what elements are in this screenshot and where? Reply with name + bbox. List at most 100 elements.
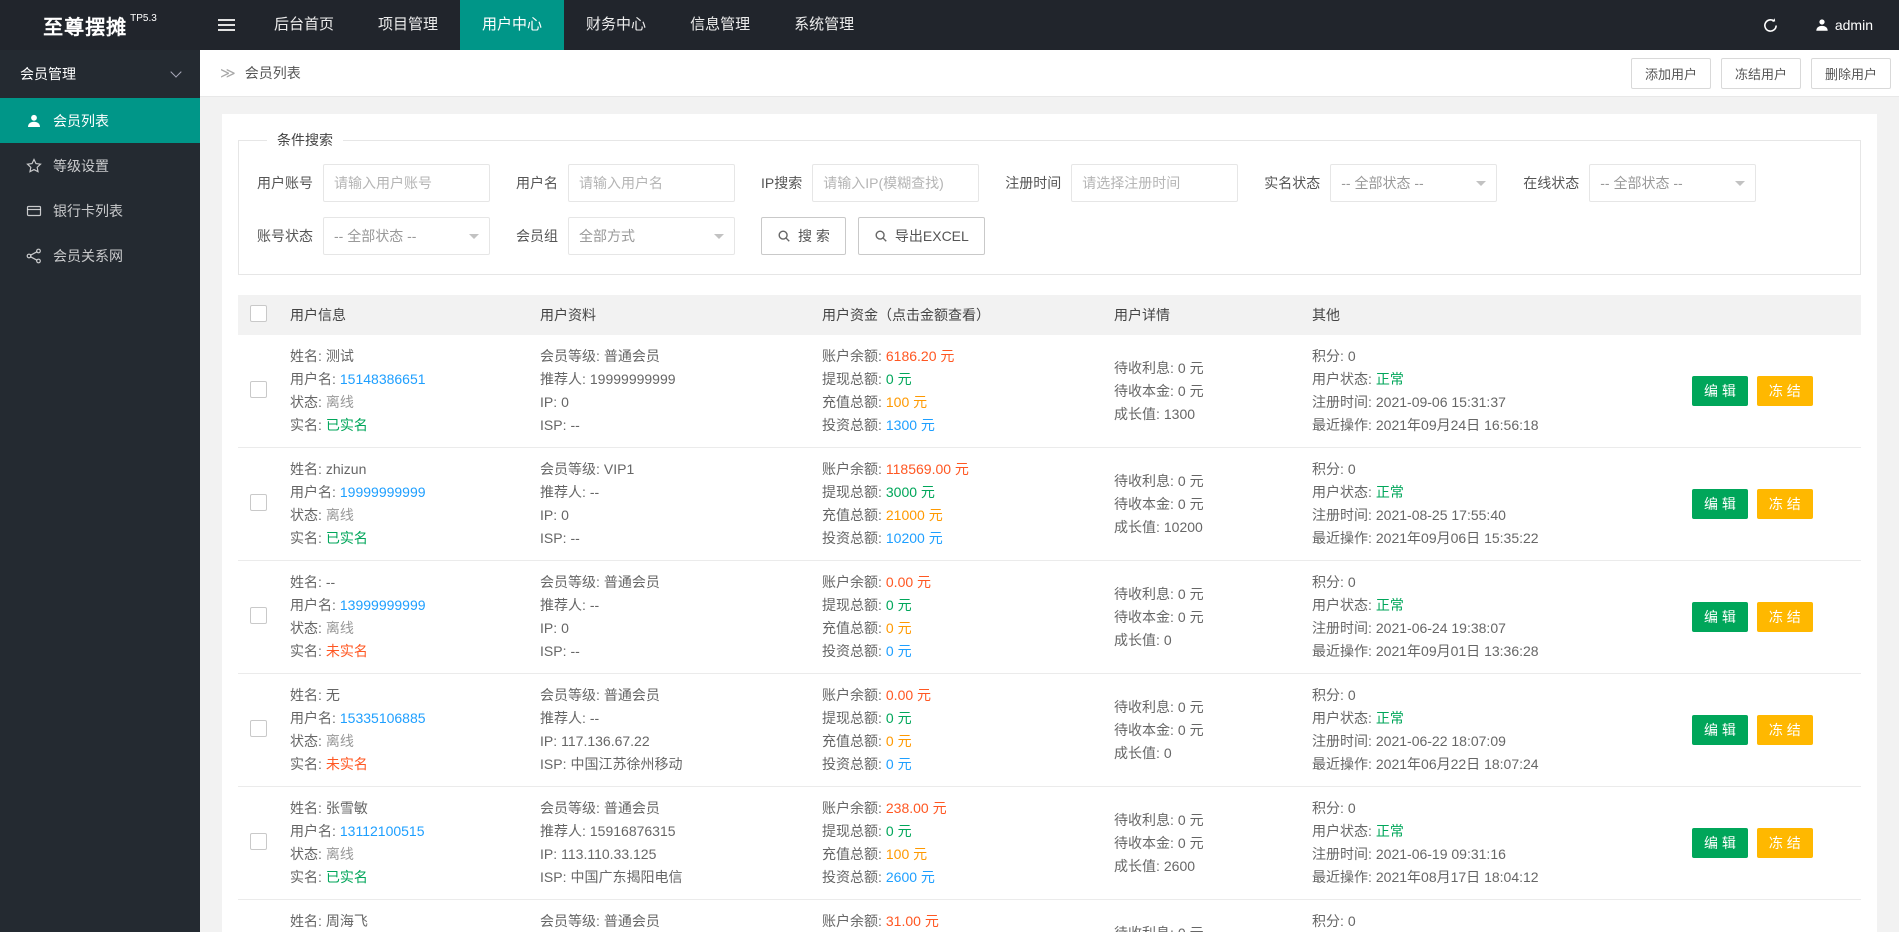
freeze-button[interactable]: 冻 结 [1756,602,1813,632]
username-link[interactable]: 15335106885 [340,710,426,726]
invest-value[interactable]: 0 元 [886,643,912,659]
recharge-value[interactable]: 100 元 [886,394,927,410]
row-checkbox[interactable] [250,494,267,511]
add-user-button[interactable]: 添加用户 [1630,57,1711,89]
recharge-value[interactable]: 21000 元 [886,507,943,523]
username-label: 用户名: [290,823,336,839]
referrer-value: -- [589,710,600,726]
freeze-button[interactable]: 冻 结 [1756,489,1813,519]
breadcrumb-bar: ≫ 会员列表 添加用户 冻结用户 删除用户 [200,50,1899,97]
nav-item-finance[interactable]: 财务中心 [564,0,668,50]
account-status-select[interactable]: -- 全部状态 -- [323,217,490,255]
edit-button[interactable]: 编 辑 [1692,489,1748,519]
freeze-button[interactable]: 冻 结 [1756,715,1813,745]
select-all-checkbox[interactable] [250,305,267,322]
username-link[interactable]: 13112100515 [340,823,425,839]
sidebar-item-level-settings[interactable]: 等级设置 [0,143,200,188]
search-field-member-group: 会员组 全部方式 [516,217,735,255]
nav-item-system[interactable]: 系统管理 [772,0,876,50]
withdraw-value[interactable]: 0 元 [886,597,912,613]
balance-value[interactable]: 118569.00 元 [886,461,969,477]
sidebar-group-member-management[interactable]: 会员管理 [0,50,200,98]
row-checkbox[interactable] [250,607,267,624]
freeze-button[interactable]: 冻 结 [1756,828,1813,858]
delete-user-button[interactable]: 删除用户 [1810,57,1891,89]
growth-label: 成长值: [1114,857,1160,874]
withdraw-label: 提现总额: [822,823,882,839]
invest-value[interactable]: 10200 元 [886,530,943,546]
member-group-select[interactable]: 全部方式 [568,217,735,255]
username-input[interactable] [568,164,735,202]
invest-value[interactable]: 1300 元 [886,417,935,433]
nav-item-user-center[interactable]: 用户中心 [460,0,565,50]
balance-label: 账户余额: [822,348,882,364]
regtime-label: 注册时间 [1005,175,1062,191]
growth-value: 10200 [1163,518,1203,535]
freeze-user-button[interactable]: 冻结用户 [1720,57,1801,89]
realname-value: 已实名 [325,869,368,885]
balance-value[interactable]: 238.00 元 [886,800,947,816]
principal-label: 待收本金: [1114,834,1174,851]
username-link[interactable]: 19999999999 [340,484,426,500]
export-excel-button[interactable]: 导出EXCEL [857,217,985,255]
sidebar-item-bank-cards[interactable]: 银行卡列表 [0,188,200,233]
user-menu[interactable]: admin [1815,17,1873,33]
nav-item-projects[interactable]: 项目管理 [356,0,460,50]
last-op-value: 2021年06月22日 18:07:24 [1375,756,1539,772]
invest-label: 投资总额: [822,756,882,772]
edit-button[interactable]: 编 辑 [1692,828,1748,858]
interest-value: 0 元 [1177,811,1204,828]
referrer-label: 推荐人: [540,371,586,387]
reg-time-label: 注册时间: [1312,507,1372,523]
nav-item-dashboard[interactable]: 后台首页 [252,0,356,50]
realname-label: 实名: [290,869,322,885]
username-link[interactable]: 13999999999 [340,597,426,613]
recharge-value[interactable]: 0 元 [886,733,912,749]
invest-value[interactable]: 0 元 [886,756,912,772]
recharge-value[interactable]: 100 元 [886,846,927,862]
edit-button[interactable]: 编 辑 [1692,602,1748,632]
edit-button[interactable]: 编 辑 [1692,715,1748,745]
withdraw-value[interactable]: 0 元 [886,823,912,839]
reg-time-value: 2021-06-24 19:38:07 [1375,620,1506,636]
realname-status-select[interactable]: -- 全部状态 -- [1330,164,1498,202]
invest-value[interactable]: 2600 元 [886,869,935,885]
refresh-icon[interactable] [1762,17,1779,34]
cell-user-info: 姓名: 张雪敏 用户名: 13112100515 状态: 离线 实名: 已实名 [290,797,540,889]
search-button[interactable]: 搜 索 [761,217,846,255]
nav-item-information[interactable]: 信息管理 [668,0,772,50]
online-status-select[interactable]: -- 全部状态 -- [1589,164,1757,202]
withdraw-label: 提现总额: [822,710,882,726]
level-label: 会员等级: [540,800,600,816]
level-value: 普通会员 [603,800,660,816]
row-checkbox[interactable] [250,833,267,850]
realname-label: 实名: [290,530,322,546]
withdraw-value[interactable]: 0 元 [886,710,912,726]
search-legend: 条件搜索 [277,132,333,148]
edit-button[interactable]: 编 辑 [1692,376,1748,406]
cell-user-detail: 待收利息: 0 元 待收本金: 0 元 成长值: 2600 [1114,809,1312,878]
username-link[interactable]: 15148386651 [340,371,426,387]
row-checkbox[interactable] [250,381,267,398]
row-checkbox[interactable] [250,720,267,737]
regtime-input[interactable] [1071,164,1239,202]
balance-value[interactable]: 0.00 元 [886,687,931,703]
recharge-value[interactable]: 0 元 [886,620,912,636]
account-input[interactable] [323,164,490,202]
user-status-label: 用户状态: [1312,710,1372,726]
recharge-label: 充值总额: [822,620,882,636]
balance-value[interactable]: 0.00 元 [886,574,931,590]
balance-value[interactable]: 31.00 元 [886,913,939,929]
chevron-down-icon [714,234,724,244]
sidebar-item-member-list[interactable]: 会员列表 [0,98,200,143]
user-status-value: 正常 [1375,371,1404,387]
sidebar-item-member-network[interactable]: 会员关系网 [0,233,200,278]
growth-label: 成长值: [1114,405,1160,422]
ip-input[interactable] [812,164,980,202]
balance-value[interactable]: 6186.20 元 [886,348,955,364]
cell-user-funds: 账户余额: 6186.20 元 提现总额: 0 元 充值总额: 100 元 投资总额:… [822,345,1114,437]
menu-toggle-icon[interactable] [200,0,252,50]
freeze-button[interactable]: 冻 结 [1756,376,1813,406]
withdraw-value[interactable]: 0 元 [886,371,912,387]
withdraw-value[interactable]: 3000 元 [886,484,935,500]
